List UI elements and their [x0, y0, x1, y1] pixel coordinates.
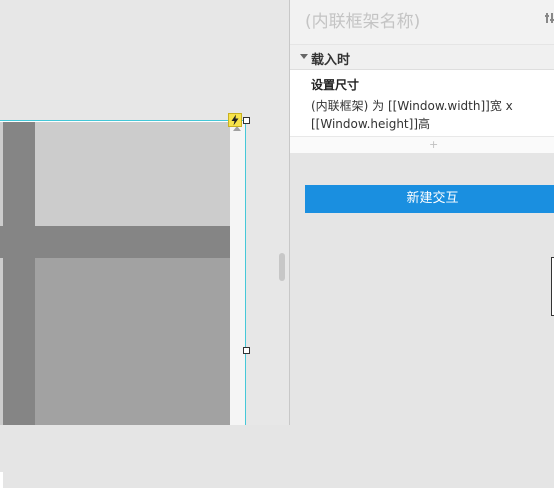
- frame-placeholder-quadrant: [35, 258, 230, 425]
- inline-frame-widget[interactable]: [0, 122, 230, 488]
- action-description[interactable]: (内联框架) 为 [[Window.width]]宽 x [[Window.he…: [311, 97, 546, 133]
- frame-edge-notch: [0, 472, 3, 488]
- selection-border-top: [0, 120, 246, 121]
- lightning-icon[interactable]: [228, 113, 242, 127]
- event-title: 载入时: [311, 53, 351, 68]
- caret-down-icon[interactable]: [300, 54, 308, 59]
- resize-handle-right[interactable]: [243, 347, 250, 354]
- frame-placeholder-horizontal-bar: [0, 226, 230, 258]
- add-action-row[interactable]: +: [290, 136, 554, 153]
- action-line: (内联框架) 为 [[Window.width]]宽 x: [311, 99, 513, 113]
- inspector-header: [290, 0, 554, 44]
- new-interaction-button[interactable]: 新建交互: [305, 185, 554, 213]
- case-name[interactable]: 设置尺寸: [311, 76, 359, 93]
- settings-icon[interactable]: [545, 12, 554, 24]
- canvas-scrollbar-thumb[interactable]: [279, 253, 285, 281]
- widget-name-input[interactable]: [305, 9, 540, 35]
- design-canvas[interactable]: [0, 0, 289, 488]
- inline-frame-scrollbar[interactable]: [230, 122, 245, 425]
- plus-icon[interactable]: +: [429, 137, 438, 153]
- frame-placeholder-vertical-bar: [3, 122, 35, 425]
- event-header[interactable]: 载入时: [290, 45, 554, 70]
- selection-border-right: [245, 120, 246, 425]
- resize-handle-top-right[interactable]: [243, 117, 250, 124]
- inspector-panel: 载入时 设置尺寸 (内联框架) 为 [[Window.width]]宽 x [[…: [290, 0, 554, 425]
- event-card-onload: 载入时 设置尺寸 (内联框架) 为 [[Window.width]]宽 x [[…: [290, 45, 554, 153]
- action-line: [[Window.height]]高: [311, 117, 431, 131]
